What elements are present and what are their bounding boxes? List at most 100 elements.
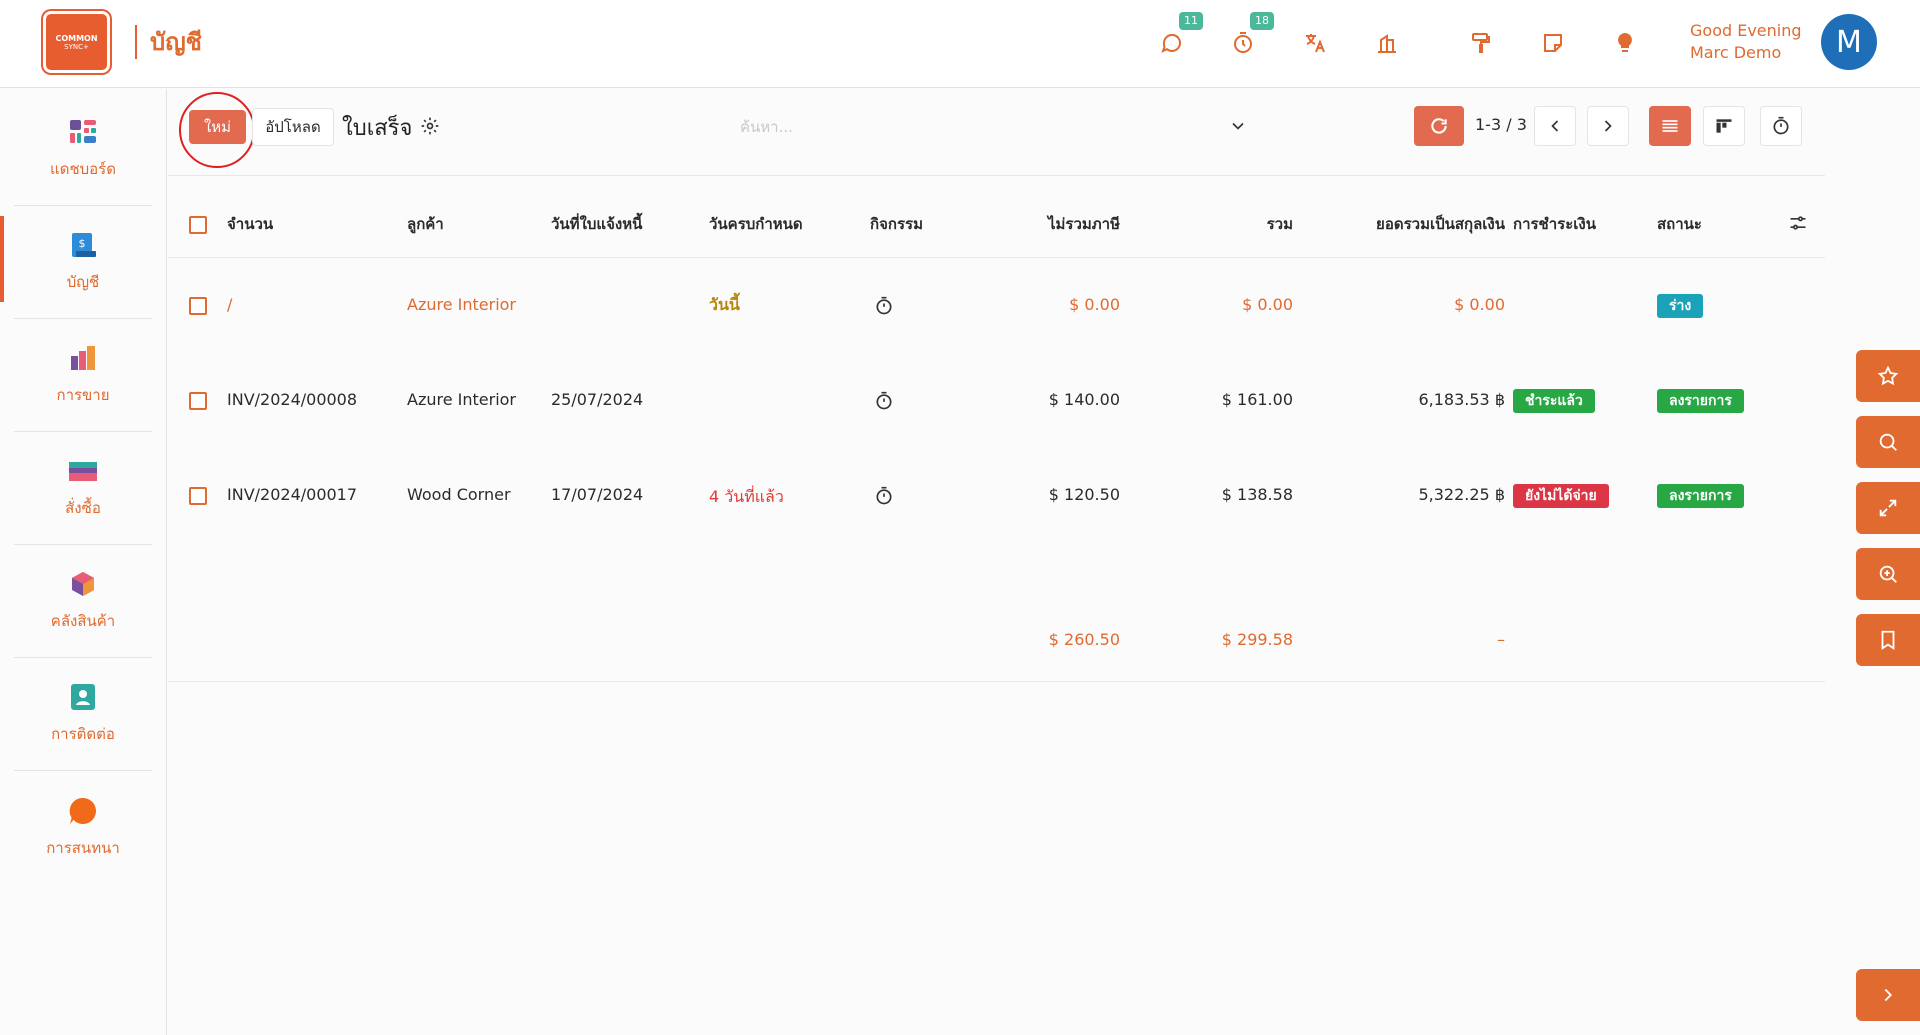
activity-clock-icon[interactable]	[874, 296, 894, 316]
theme-button[interactable]	[1466, 28, 1496, 58]
row-checkbox[interactable]	[189, 297, 207, 315]
pager-next-button[interactable]	[1587, 106, 1629, 146]
optional-columns-icon[interactable]	[1788, 213, 1808, 233]
column-untaxed[interactable]: ไม่รวมภาษี	[1010, 212, 1120, 236]
column-status[interactable]: สถานะ	[1657, 212, 1702, 236]
untaxed-amount: $ 0.00	[1069, 295, 1120, 314]
stopwatch-icon	[1234, 32, 1252, 53]
invoice-number: INV/2024/00017	[227, 485, 358, 504]
sidebar-item-label: คลังสินค้า	[50, 612, 116, 630]
sidebar-item-label: สั่งซื้อ	[65, 499, 101, 517]
column-due-date[interactable]: วันครบกำหนด	[709, 212, 803, 236]
dashboard-icon	[70, 120, 96, 143]
total-currency-amount: 5,322.25 ฿	[1418, 485, 1505, 504]
total-amount: $ 0.00	[1242, 295, 1293, 314]
kanban-view-button[interactable]	[1703, 106, 1745, 146]
status-badge: ลงรายการ	[1657, 389, 1744, 413]
payment-status-badge: ชำระแล้ว	[1513, 389, 1595, 413]
column-invoice-date[interactable]: วันที่ใบแจ้งหนี้	[551, 212, 642, 236]
total-currency-amount: $ 0.00	[1454, 295, 1505, 314]
payment-status-badge: ยังไม่ได้จ่าย	[1513, 484, 1609, 508]
sidebar-item-label: บัญชี	[66, 273, 100, 291]
activities-badge: 18	[1250, 12, 1274, 30]
app-logo[interactable]: COMMON SYNC+	[43, 11, 110, 73]
column-payment[interactable]: การชำระเงิน	[1513, 212, 1596, 236]
column-total-currency[interactable]: ยอดรวมเป็นสกุลเงิน	[1303, 212, 1505, 236]
sidebar-item-label: การติดต่อ	[51, 725, 115, 743]
float-search-button[interactable]	[1856, 416, 1920, 468]
activities-button[interactable]: 18	[1228, 12, 1274, 58]
refresh-button[interactable]	[1414, 106, 1464, 146]
discuss-icon	[69, 797, 96, 824]
language-button[interactable]	[1300, 28, 1330, 58]
untaxed-amount: $ 140.00	[1048, 390, 1120, 409]
greeting-text: Good Evening	[1690, 21, 1802, 40]
chevron-right-icon	[1604, 120, 1612, 132]
search-input[interactable]	[740, 110, 1250, 144]
sidebar-item-purchase[interactable]: สั่งซื้อ	[14, 432, 152, 545]
invoice-date: 25/07/2024	[551, 390, 644, 409]
total-currency-amount: 6,183.53 ฿	[1418, 390, 1505, 409]
due-date: 4 วันที่แล้ว	[709, 487, 784, 506]
gear-icon[interactable]	[420, 116, 440, 136]
sidebar-item-contacts[interactable]: การติดต่อ	[14, 658, 152, 771]
sidebar-item-label: การสนทนา	[46, 838, 120, 857]
purchase-icon	[69, 462, 97, 481]
kanban-icon	[1716, 119, 1732, 133]
table-footer-divider	[168, 681, 1825, 682]
avatar[interactable]: M	[1821, 14, 1877, 70]
activity-clock-icon[interactable]	[874, 486, 894, 506]
search-icon	[1879, 433, 1897, 451]
bookmark-button[interactable]	[1856, 614, 1920, 666]
sidebar-item-discuss[interactable]: การสนทนา	[14, 771, 152, 884]
table-row[interactable]: / Azure Interior วันนี้ $ 0.00 $ 0.00 $ …	[168, 259, 1825, 354]
due-date: วันนี้	[709, 295, 740, 314]
app-title[interactable]: บัญชี	[150, 22, 202, 61]
sticky-note-icon	[1544, 34, 1562, 52]
chevron-right-icon	[1884, 988, 1893, 1002]
star-icon	[1877, 365, 1899, 386]
column-customer[interactable]: ลูกค้า	[407, 212, 444, 236]
fullscreen-button[interactable]	[1856, 482, 1920, 534]
pager-previous-button[interactable]	[1534, 106, 1576, 146]
column-total[interactable]: รวม	[1183, 212, 1293, 236]
total-amount: $ 138.58	[1221, 485, 1293, 504]
favorite-button[interactable]	[1856, 350, 1920, 402]
sidebar-item-label: แดชบอร์ด	[50, 160, 116, 178]
select-all-checkbox[interactable]	[189, 216, 207, 234]
user-name: Marc Demo	[1690, 43, 1782, 62]
list-view-button[interactable]	[1649, 106, 1691, 146]
column-number[interactable]: จำนวน	[227, 212, 273, 236]
tips-button[interactable]	[1610, 28, 1640, 58]
chevron-down-icon[interactable]	[1228, 116, 1248, 136]
messages-badge: 11	[1179, 12, 1203, 30]
invoice-date: 17/07/2024	[551, 485, 644, 504]
pager-value[interactable]: 1-3 / 3	[1475, 115, 1527, 134]
messages-button[interactable]: 11	[1157, 12, 1203, 58]
sidebar-item-inventory[interactable]: คลังสินค้า	[14, 545, 152, 658]
sidebar-item-dashboard[interactable]: แดชบอร์ด	[14, 93, 152, 206]
company-button[interactable]	[1372, 28, 1402, 58]
table-row[interactable]: INV/2024/00008 Azure Interior 25/07/2024…	[168, 354, 1825, 449]
zoom-button[interactable]	[1856, 548, 1920, 600]
expand-icon	[1879, 499, 1897, 517]
activity-clock-icon[interactable]	[874, 391, 894, 411]
user-greeting[interactable]: Good Evening Marc Demo	[1690, 20, 1802, 64]
new-button[interactable]: ใหม่	[189, 110, 246, 144]
sidebar-item-invoicing[interactable]: $ บัญชี	[14, 206, 152, 319]
notes-button[interactable]	[1538, 28, 1568, 58]
sidebar: แดชบอร์ด $ บัญชี การขาย สั่งซื้อ คลังสิน…	[0, 89, 167, 1035]
table-row[interactable]: INV/2024/00017 Wood Corner 17/07/2024 4 …	[168, 449, 1825, 544]
list-icon	[1662, 120, 1678, 132]
invoice-list-table: จำนวน ลูกค้า วันที่ใบแจ้งหนี้ วันครบกำหน…	[168, 175, 1825, 682]
row-checkbox[interactable]	[189, 487, 207, 505]
activity-view-button[interactable]	[1760, 106, 1802, 146]
svg-text:$: $	[79, 237, 86, 250]
sidebar-item-sales[interactable]: การขาย	[14, 319, 152, 432]
expand-panel-button[interactable]	[1856, 969, 1920, 1021]
translate-icon	[1306, 34, 1325, 53]
column-activity[interactable]: กิจกรรม	[870, 212, 923, 236]
breadcrumb: ใบเสร็จ	[342, 116, 413, 141]
upload-button[interactable]: อัปโหลด	[252, 108, 334, 146]
row-checkbox[interactable]	[189, 392, 207, 410]
